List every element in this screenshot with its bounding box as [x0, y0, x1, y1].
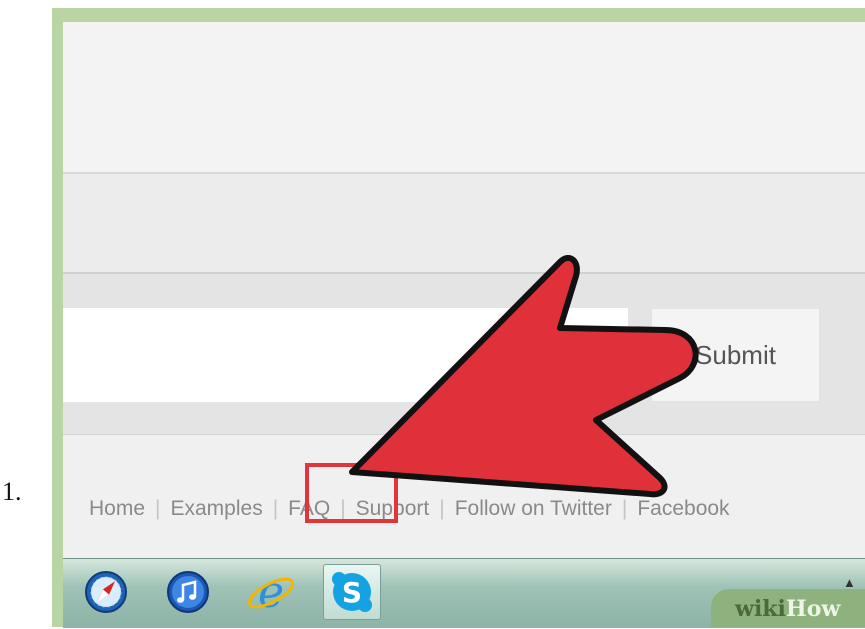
red-pointer-arrow-icon [349, 255, 699, 498]
